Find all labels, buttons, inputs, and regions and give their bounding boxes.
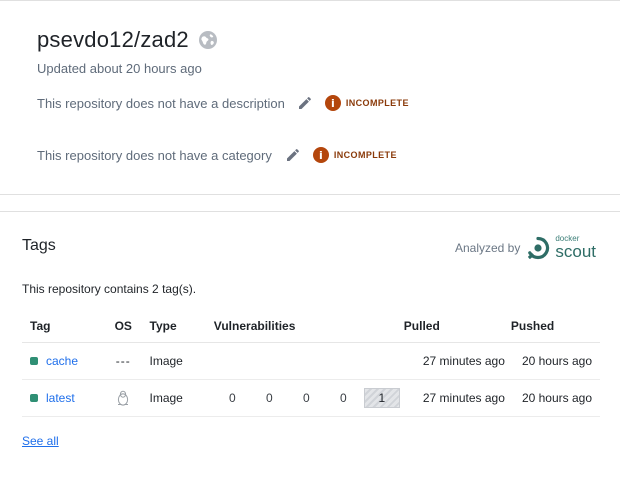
category-row: This repository does not have a category… [37,147,397,163]
table-row[interactable]: latest Image 0 0 0 0 1 27 minutes ago 20… [22,379,600,417]
edit-description-pencil-icon[interactable] [297,95,313,111]
type-cell: Image [141,379,214,417]
tag-count-text: This repository contains 2 tag(s). [22,282,197,296]
repository-header-card: psevdo12/zad2 Updated about 20 hours ago… [0,0,620,195]
vulnerabilities-cell[interactable]: 0 0 0 0 1 [213,379,404,417]
analyzed-by-label: Analyzed by [454,240,521,255]
type-cell: Image [141,342,214,380]
incomplete-info-icon: i [312,147,329,163]
tags-table: Tag OS Type Vulnerabilities Pulled Pushe… [22,310,600,417]
repo-updated-text: Updated about 20 hours ago [37,61,202,76]
os-cell [105,379,142,417]
description-text: This repository does not have a descript… [37,95,285,111]
column-header-tag: Tag [22,310,106,343]
public-globe-icon [198,31,217,49]
tag-status-dot [30,394,38,402]
low-count: 0 [339,391,347,405]
pulled-cell: 27 minutes ago [403,379,511,417]
tag-cell: latest [22,379,106,417]
pushed-cell: 20 hours ago [510,379,600,417]
high-count: 0 [265,391,273,405]
linux-tux-icon [118,390,129,406]
description-incomplete-badge: INCOMPLETE [345,98,409,108]
edit-category-pencil-icon[interactable] [285,147,301,163]
docker-scout-logo-icon [528,236,550,259]
critical-count: 0 [228,391,236,405]
tags-heading: Tags [22,237,56,254]
column-header-pushed: Pushed [510,310,600,343]
repo-title-row: psevdo12/zad2 [37,27,218,53]
description-row: This repository does not have a descript… [37,95,409,111]
os-none-text: --- [115,354,131,368]
pulled-cell: 27 minutes ago [403,342,511,380]
tag-link-latest[interactable]: latest [46,391,75,405]
scout-brand-word: scout [555,242,596,261]
docker-scout-logo: docker scout [526,235,596,260]
tag-link-cache[interactable]: cache [46,354,78,368]
category-incomplete-badge: INCOMPLETE [333,150,397,160]
tags-card: Tags Analyzed by docker scout This repos… [0,211,620,483]
see-all-link[interactable]: See all [22,434,59,448]
pushed-cell: 20 hours ago [510,342,600,380]
column-header-vulnerabilities: Vulnerabilities [213,310,404,343]
vulnerabilities-cell [213,342,404,380]
analyzed-by-docker-scout[interactable]: Analyzed by docker scout [454,235,596,261]
table-row[interactable]: cache --- Image 27 minutes ago 20 hours … [22,342,600,380]
tag-status-dot [30,357,38,365]
column-header-os: OS [105,310,142,343]
column-header-type: Type [141,310,214,343]
unspecified-count-badge: 1 [363,388,400,408]
os-cell: --- [105,342,142,380]
tag-cell: cache [22,342,106,380]
repo-title: psevdo12/zad2 [37,27,189,52]
tags-table-header-row: Tag OS Type Vulnerabilities Pulled Pushe… [22,310,600,343]
column-header-pulled: Pulled [403,310,511,343]
category-text: This repository does not have a category [37,147,272,163]
medium-count: 0 [302,391,310,405]
incomplete-info-icon: i [324,95,341,111]
